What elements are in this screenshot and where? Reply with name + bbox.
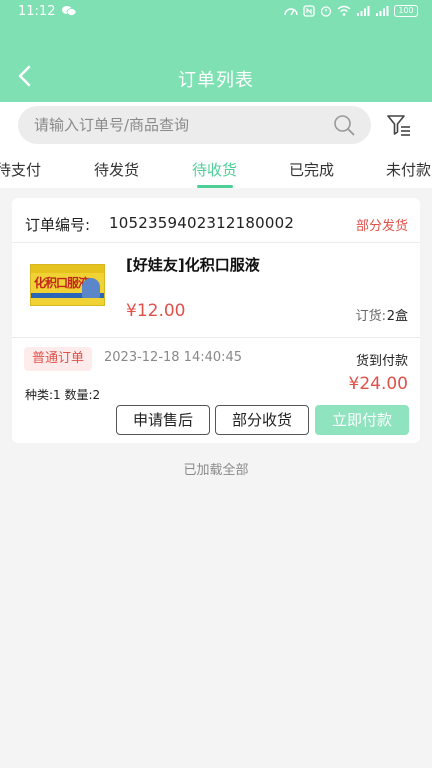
- tab-pending-payment[interactable]: 待支付: [0, 159, 41, 180]
- order-number: 1052359402312180002: [109, 214, 295, 232]
- battery-icon: 100: [394, 5, 418, 17]
- signal-icon: [357, 6, 370, 16]
- search-area: [0, 102, 432, 148]
- divider: [12, 242, 420, 243]
- status-bar: 11:12 100: [0, 0, 432, 26]
- order-type-badge: 普通订单: [24, 347, 93, 371]
- signal-2-icon: [376, 6, 389, 16]
- wifi-icon: [337, 5, 351, 16]
- search-icon[interactable]: [333, 114, 355, 136]
- order-total: ¥24.00: [348, 374, 408, 394]
- product-qty-label: 订货:: [355, 309, 386, 324]
- partial-receive-button[interactable]: 部分收货: [215, 405, 309, 435]
- after-sale-button[interactable]: 申请售后: [116, 405, 210, 435]
- order-time: 2023-12-18 14:40:45: [104, 350, 243, 365]
- active-tab-indicator: [197, 185, 233, 188]
- pack-top-band: [31, 265, 104, 273]
- status-time: 11:12: [18, 4, 56, 19]
- pay-now-button[interactable]: 立即付款: [315, 405, 409, 435]
- app-header: 11:12 100 订单列表: [0, 0, 432, 102]
- status-icons: 100: [284, 5, 418, 17]
- filter-icon[interactable]: [386, 113, 412, 137]
- kinds-quantity: 种类:1 数量:2: [25, 388, 101, 402]
- nfc-icon: [303, 5, 315, 17]
- nav-bar: 订单列表: [0, 54, 432, 98]
- load-complete-text: 已加载全部: [183, 463, 249, 478]
- tab-pending-shipment[interactable]: 待发货: [94, 159, 139, 180]
- product-price: ¥12.00: [126, 301, 186, 321]
- alarm-icon: [320, 6, 332, 17]
- chat-notification-icon: [62, 6, 76, 16]
- payment-method: 货到付款: [355, 354, 408, 369]
- order-number-label: 订单编号:: [25, 216, 91, 234]
- pack-illustration: [82, 278, 100, 298]
- page-title: 订单列表: [178, 70, 254, 91]
- product-image-text: 化积口服液: [34, 276, 90, 290]
- search-input[interactable]: [34, 106, 324, 144]
- divider: [12, 337, 420, 338]
- tab-unpaid[interactable]: 未付款: [386, 159, 431, 180]
- tab-pending-receipt[interactable]: 待收货: [192, 159, 237, 180]
- product-name[interactable]: [好娃友]化积口服液: [126, 254, 260, 275]
- product-qty: 2盒: [386, 309, 408, 324]
- order-card[interactable]: 订单编号: 1052359402312180002 部分发货 化积口服液 [好娃…: [12, 198, 420, 443]
- tab-completed[interactable]: 已完成: [289, 159, 334, 180]
- order-tabs: 待支付 待发货 待收货 已完成 未付款: [0, 148, 432, 188]
- search-box[interactable]: [18, 106, 371, 144]
- product-image[interactable]: 化积口服液: [30, 264, 105, 306]
- order-status: 部分发货: [355, 219, 408, 234]
- speed-icon: [284, 8, 298, 16]
